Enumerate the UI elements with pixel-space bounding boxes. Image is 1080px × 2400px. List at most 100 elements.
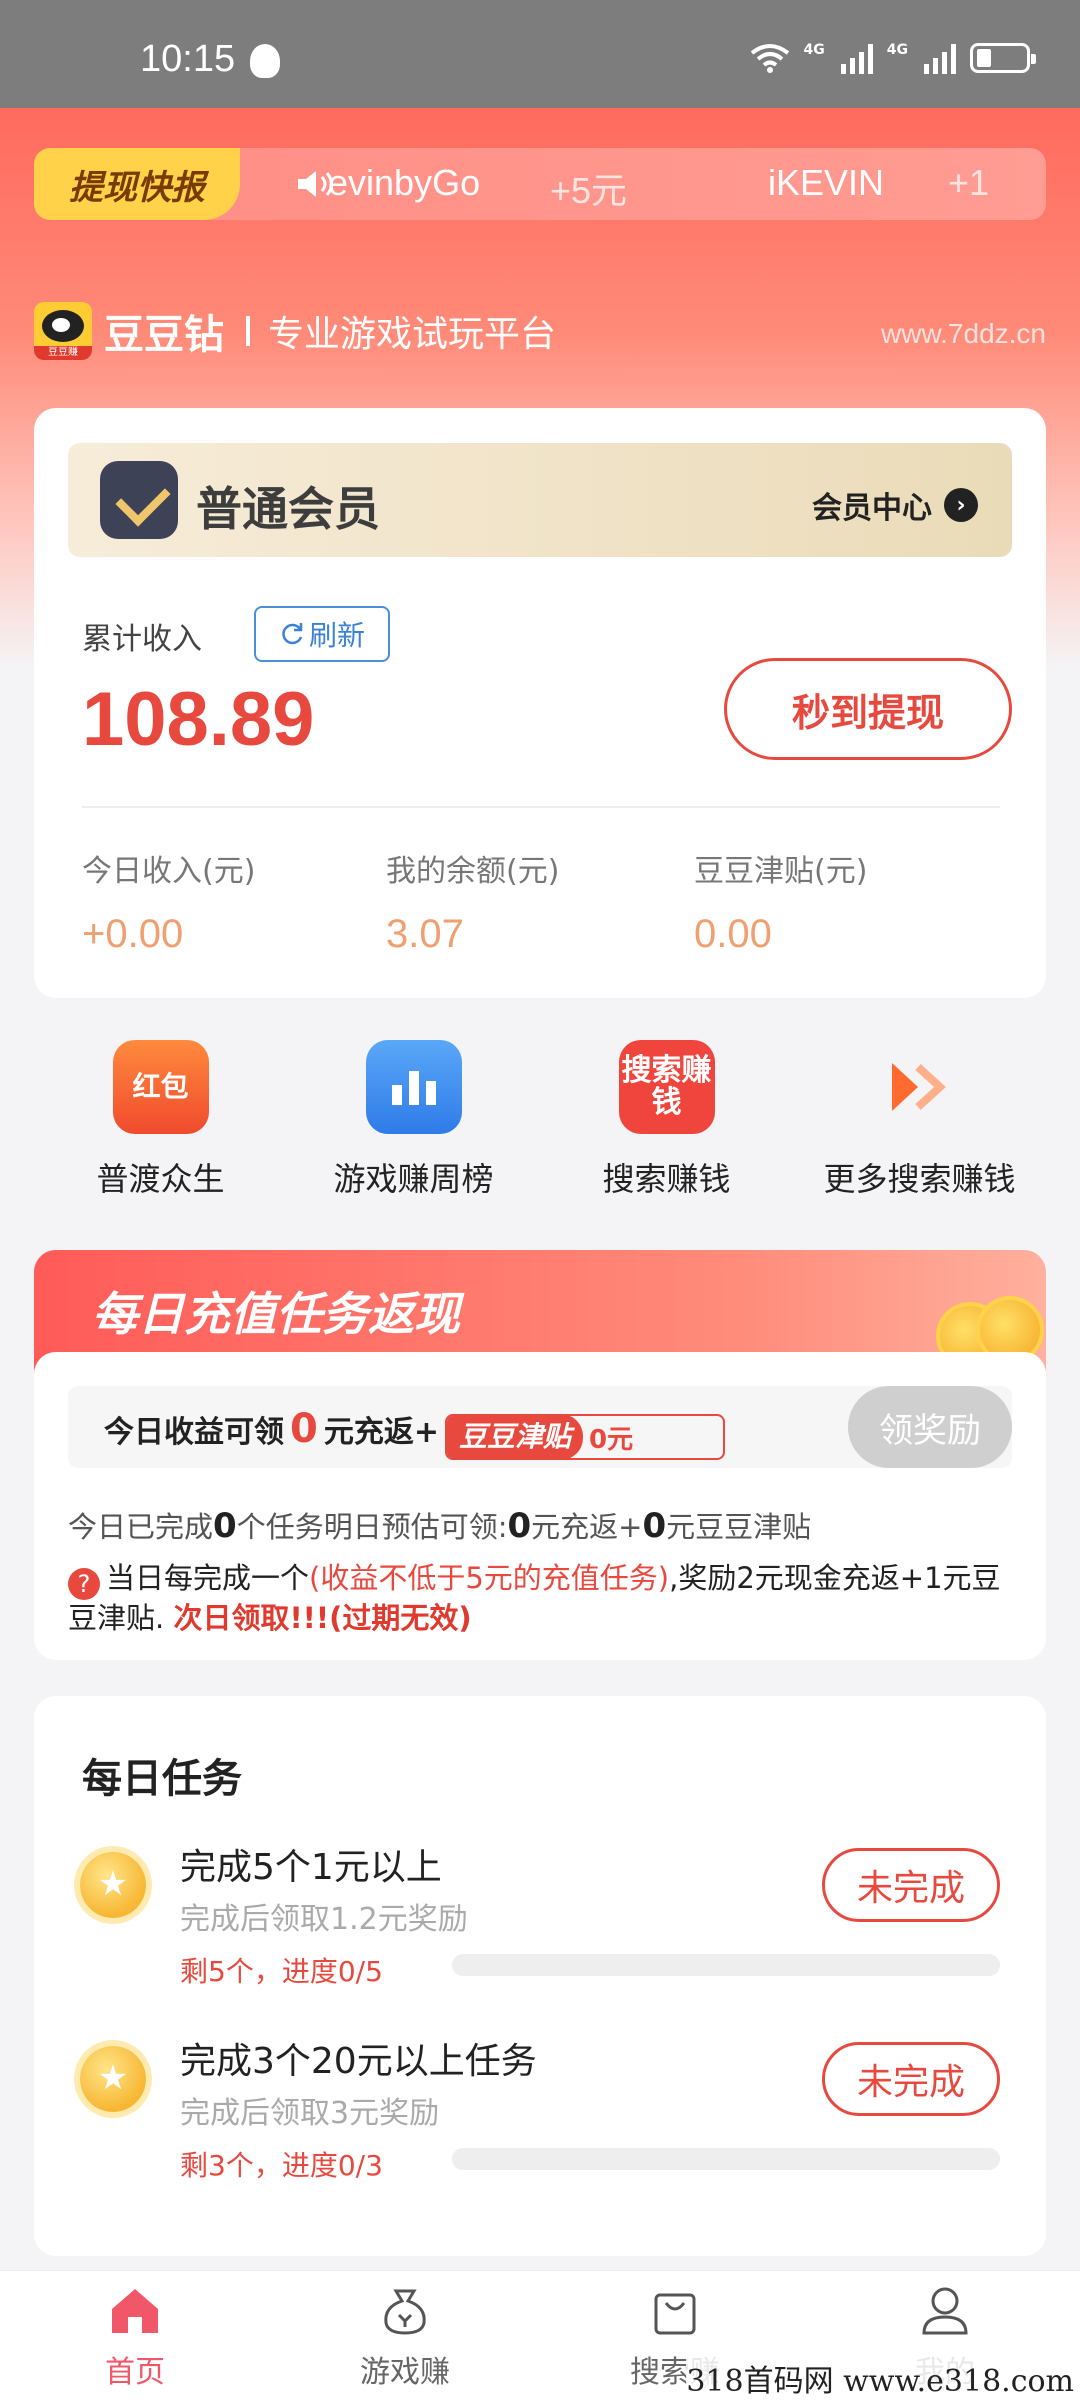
shortcut-red-envelope[interactable]: 红包 普渡众生 [34,1040,287,1200]
reward-strip: 今日收益可领 0 元充返+ 豆豆津贴 0元 领奖励 [68,1386,1012,1468]
rule-text: ? 当日每完成一个(收益不低于5元的充值任务),奖励2元现金充返+1元豆豆津贴. … [68,1560,1028,1636]
rule-part: 当日每完成一个 [106,1561,310,1595]
stat-value: 3.07 [386,912,464,956]
task-row: 完成5个1元以上 完成后领取1.2元奖励 剩5个，进度0/5 未完成 [34,1838,1046,2018]
tab-label: 首页 [105,2355,165,2390]
network-type-label: 4G [803,42,825,58]
task-status-button[interactable]: 未完成 [822,2042,1000,2116]
rule-part: (收益不低于5元的充值任务) [309,1561,670,1595]
question-icon[interactable]: ? [68,1568,100,1600]
ticker-amount: +1 [948,162,990,203]
subsidy-amount: 0元 [589,1424,634,1455]
refresh-label: 刷新 [308,619,365,652]
wifi-icon [750,44,789,73]
withdraw-button[interactable]: 秒到提现 [724,658,1012,760]
task-subtitle: 完成后领取1.2元奖励 [180,1902,468,1937]
subsidy-tag: 豆豆津贴 0元 [444,1414,726,1460]
status-bar: 10:15 4G 4G [0,0,1080,108]
total-income-label: 累计收入 [82,622,202,657]
brand-name: 豆豆钻 [104,312,224,358]
status-icons: 4G 4G [750,42,1036,74]
vip-level: 普通会员 [196,482,380,536]
note-count: 0 [507,1506,532,1546]
progress-note: 今日已完成0个任务明日预估可领:0元充返+0元豆豆津贴 [68,1504,811,1546]
task-status-button[interactable]: 未完成 [822,1848,1000,1922]
ticker-user: iKEVIN [768,162,885,203]
claim-reward-button[interactable]: 领奖励 [848,1386,1012,1468]
shortcut-grid: 红包 普渡众生 游戏赚周榜 搜索赚钱 搜索赚钱 更多搜索赚钱 [34,1040,1046,1200]
shortcut-search-earn[interactable]: 搜索赚钱 搜索赚钱 [540,1040,793,1200]
app-logo: 豆豆赚 [34,302,92,360]
stat-value: +0.00 [82,912,184,956]
member-center-label: 会员中心 [812,491,932,526]
shopping-bag-icon [654,2293,696,2335]
reward-text: 今日收益可领 0 元充返+ 豆豆津贴 0元 [104,1406,726,1460]
money-bag-icon [384,2289,426,2335]
daily-tasks-card: 每日任务 完成5个1元以上 完成后领取1.2元奖励 剩5个，进度0/5 未完成 … [34,1696,1046,2256]
member-center-link[interactable]: 会员中心 › [812,483,978,527]
home-icon [112,2289,158,2333]
stat-subsidy[interactable]: 豆豆津贴(元) 0.00 [694,846,867,957]
chevron-right-icon: › [944,488,978,522]
vip-badge-icon [100,461,178,539]
task-progress-bar [452,1954,1000,1976]
tab-game-earn[interactable]: 游戏赚 [270,2271,540,2400]
subsidy-tag-label: 豆豆津贴 [446,1416,583,1458]
site-watermark: 318首码网 www.e318.com [686,2356,1074,2400]
signal-icon [840,42,873,74]
vip-bar: 普通会员 会员中心 › [68,443,1012,557]
reward-mid: 元充返+ [323,1415,439,1450]
double-chevron-icon [872,1040,968,1134]
recharge-body: 今日收益可领 0 元充返+ 豆豆津贴 0元 领奖励 今日已完成0个任务明日预估可… [34,1352,1046,1660]
qq-notification-icon [250,44,280,78]
stat-balance[interactable]: 我的余额(元) 3.07 [386,846,559,957]
refresh-icon [282,623,303,645]
member-card: 普通会员 会员中心 › 累计收入 刷新 108.89 秒到提现 今日收入(元) … [34,408,1046,998]
note-text: 元豆豆津贴 [666,1510,812,1544]
status-time: 10:15 [140,38,236,80]
stat-label: 今日收入(元) [82,854,256,889]
total-income-value: 108.89 [82,677,315,762]
ticker-badge: 提现快报 [34,148,240,220]
reward-prefix: 今日收益可领 [104,1415,284,1450]
rule-part: 次日领取!!!(过期无效) [173,1601,472,1635]
red-envelope-icon: 红包 [112,1040,209,1134]
daily-tasks-title: 每日任务 [82,1756,242,1802]
task-remaining: 剩5个，进度0/5 [180,1955,383,1988]
user-icon [922,2287,968,2335]
leaderboard-icon [365,1040,462,1134]
ticker-user: evinbyGo [328,162,481,203]
note-text: 元充返+ [531,1510,643,1544]
brand-separator [246,316,250,346]
note-count: 0 [642,1506,667,1546]
shortcut-leaderboard[interactable]: 游戏赚周榜 [287,1040,540,1200]
note-text: 今日已完成 [68,1510,214,1544]
task-remaining: 剩3个，进度0/3 [180,2149,383,2182]
task-title: 完成5个1元以上 [180,1847,442,1888]
search-earn-icon: 搜索赚钱 [618,1040,715,1134]
shortcut-label: 搜索赚钱 [602,1160,731,1198]
withdraw-ticker[interactable]: 提现快报 evinbyGo +5元 iKEVIN +1 [34,148,1046,220]
battery-icon [970,43,1036,73]
stat-value: 0.00 [694,912,772,956]
refresh-button[interactable]: 刷新 [254,606,390,662]
tab-home[interactable]: 首页 [0,2271,270,2400]
coin-icon [80,2046,146,2112]
brand-slogan: 专业游戏试玩平台 [268,314,557,355]
task-title: 完成3个20元以上任务 [180,2041,537,2082]
shortcut-more-search[interactable]: 更多搜索赚钱 [793,1040,1046,1200]
ticker-amount: +5元 [550,170,628,211]
recharge-title: 每日充值任务返现 [92,1287,460,1341]
note-text: 个任务明日预估可领: [236,1510,508,1544]
shortcut-label: 普渡众生 [96,1160,225,1198]
shortcut-label: 更多搜索赚钱 [823,1160,1016,1198]
task-row: 完成3个20元以上任务 完成后领取3元奖励 剩3个，进度0/3 未完成 [34,2032,1046,2212]
stat-today-income: 今日收入(元) +0.00 [82,846,255,957]
reward-amount: 0 [290,1406,318,1452]
shortcut-label: 游戏赚周榜 [333,1160,494,1198]
coin-icon [80,1852,146,1918]
task-subtitle: 完成后领取3元奖励 [180,2096,440,2131]
tab-label: 游戏赚 [360,2355,450,2390]
signal-icon-2 [924,42,956,74]
divider [82,806,1000,808]
